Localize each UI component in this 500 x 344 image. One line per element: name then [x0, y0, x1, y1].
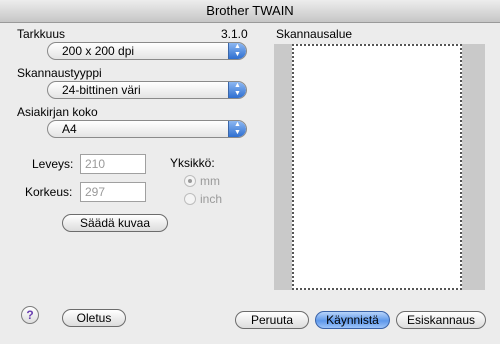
- adjust-image-button[interactable]: Säädä kuvaa: [62, 214, 168, 232]
- unit-inch-label: inch: [200, 192, 223, 206]
- unit-mm-label: mm: [200, 174, 220, 188]
- resolution-label: Tarkkuus: [17, 27, 66, 41]
- start-button[interactable]: Käynnistä: [315, 311, 390, 329]
- unit-label: Yksikkö:: [170, 156, 215, 170]
- scan-type-value: 24-bittinen väri: [62, 83, 141, 97]
- width-label: Leveys:: [32, 157, 74, 171]
- defaults-button[interactable]: Oletus: [62, 309, 126, 327]
- cancel-button[interactable]: Peruuta: [235, 311, 309, 329]
- popup-arrows-icon: ▲ ▼: [228, 121, 246, 137]
- scan-area-page[interactable]: [292, 44, 462, 290]
- width-field[interactable]: 210: [80, 154, 146, 174]
- document-size-label: Asiakirjan koko: [17, 105, 98, 119]
- unit-inch-radio[interactable]: [184, 193, 196, 205]
- height-label: Korkeus:: [25, 185, 73, 199]
- resolution-select[interactable]: 200 x 200 dpi ▲ ▼: [47, 42, 247, 60]
- scan-area-preview[interactable]: [274, 44, 485, 290]
- height-field[interactable]: 297: [80, 182, 146, 202]
- resolution-value: 200 x 200 dpi: [62, 44, 135, 58]
- scan-type-label: Skannaustyyppi: [17, 66, 102, 80]
- popup-arrows-icon: ▲ ▼: [228, 82, 246, 98]
- popup-arrows-icon: ▲ ▼: [228, 43, 246, 59]
- unit-mm-radio[interactable]: [184, 175, 196, 187]
- document-size-value: A4: [62, 122, 77, 136]
- window-title: Brother TWAIN: [206, 3, 294, 18]
- window-titlebar: Brother TWAIN: [0, 0, 500, 23]
- prescan-button[interactable]: Esiskannaus: [396, 311, 486, 329]
- scan-type-select[interactable]: 24-bittinen väri ▲ ▼: [47, 81, 247, 99]
- help-icon[interactable]: ?: [21, 306, 39, 324]
- document-size-select[interactable]: A4 ▲ ▼: [47, 120, 247, 138]
- scan-area-label: Skannausalue: [276, 27, 353, 41]
- version-label: 3.1.0: [221, 27, 248, 41]
